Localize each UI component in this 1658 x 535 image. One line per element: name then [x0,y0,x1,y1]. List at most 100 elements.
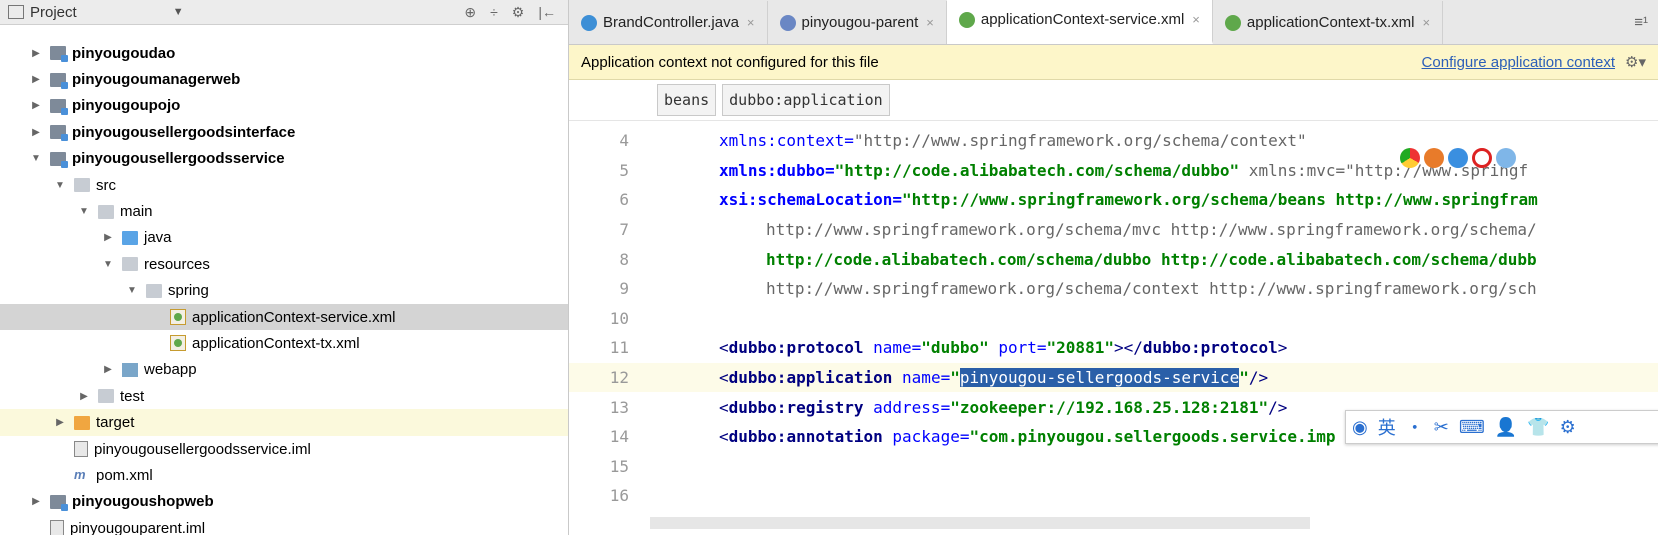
code-token: "http://www.springframework.org/schema/b… [902,190,1538,210]
chevron-right-icon[interactable]: ▶ [30,496,42,507]
iml-icon [74,441,88,458]
settings-icon[interactable]: ⚙ [512,4,525,21]
locate-icon[interactable]: ⊕ [464,4,476,21]
line-number: 5 [619,160,629,180]
code-token: "http://www.springframework.org/schema/c… [853,131,1307,151]
code-token: xsi:schemaLocation= [719,190,903,210]
tab-pinyougou-parent[interactable]: pinyougou-parent × [768,1,947,44]
ime-tool-icon[interactable]: ⚙ [1560,417,1576,438]
tree-item[interactable]: ▶ java [0,225,568,251]
collapse-icon[interactable]: ÷ [490,4,498,21]
tab-brandcontroller-java[interactable]: BrandController.java × [569,1,768,44]
code-token: http://code.alibabatech.com/schema/dubbo… [766,249,1537,269]
module-icon [50,125,68,142]
close-icon[interactable]: × [926,15,934,30]
tree-item[interactable]: ▶ pinyougoumanagerweb [0,66,568,92]
tree-item[interactable]: ▼ resources [0,251,568,277]
project-panel-title[interactable]: Project [30,4,77,21]
code-line[interactable]: 8 http://code.alibabatech.com/schema/dubb… [569,244,1658,274]
tree-item[interactable]: applicationContext-service.xml [0,303,568,331]
tree-item[interactable]: ▶ pinyougousellergoodsinterface [0,119,568,145]
tree-item-label: pinyougousellergoodsservice.iml [94,440,311,458]
tree-item[interactable]: ▶ target [0,409,568,436]
hide-panel-icon[interactable]: |← [538,4,556,21]
tree-item[interactable]: pinyougousellergoodsservice.iml [0,436,568,462]
code-token: package= [882,427,970,447]
edge-icon[interactable] [1496,148,1516,168]
tree-item[interactable]: ▼ spring [0,278,568,304]
code-editor[interactable]: 4 xmlns:context="http://www.springframewo… [569,126,1658,535]
code-line[interactable]: 9 http://www.springframework.org/schema/c… [569,274,1658,304]
chevron-right-icon[interactable]: ▶ [102,364,114,375]
code-line[interactable]: 6 xsi:schemaLocation="http://www.springfr… [569,185,1658,215]
ime-tool-icon[interactable]: 👕 [1527,417,1549,438]
tree-item[interactable]: ▼ src [0,172,568,198]
chevron-down-icon[interactable]: ▼ [173,6,184,18]
ime-tool-icon[interactable]: ・ [1406,414,1424,440]
tree-item[interactable]: ▶ pinyougoudao [0,40,568,66]
tabs-menu-icon[interactable]: ≡¹ [1634,14,1658,31]
ime-tool-icon[interactable]: ✂ [1434,417,1449,438]
ime-tool-icon[interactable]: 👤 [1495,417,1517,438]
code-line[interactable]: 12 <dubbo:application name="pinyougou-sel… [569,362,1658,393]
tree-item[interactable]: ▼ pinyougousellergoodsservice [0,146,568,172]
tree-item-label: applicationContext-tx.xml [192,334,360,352]
file-type-icon [958,11,975,28]
code-token: < [719,397,729,417]
chevron-right-icon[interactable]: ▶ [30,127,42,138]
code-line[interactable]: 10 [569,304,1658,334]
chevron-right-icon[interactable]: ▶ [54,417,66,428]
opera-icon[interactable] [1472,148,1492,168]
chevron-right-icon[interactable]: ▶ [30,100,42,111]
code-line[interactable]: 16 [569,481,1658,511]
ime-tool-icon[interactable]: ⌨ [1459,417,1485,438]
chevron-down-icon[interactable]: ▼ [30,153,42,164]
close-icon[interactable]: × [1192,12,1200,27]
tree-item[interactable]: ▶ webapp [0,357,568,383]
horizontal-scrollbar[interactable] [650,517,1310,529]
code-text: <dubbo:annotation package="com.pinyougou… [649,427,1336,446]
chevron-down-icon[interactable]: ▼ [126,285,138,296]
code-token: " [950,368,960,388]
tree-item[interactable]: ▶ test [0,383,568,409]
chevron-right-icon[interactable]: ▶ [30,74,42,85]
chevron-down-icon[interactable]: ▼ [54,180,66,191]
tab-applicationcontext-tx-xml[interactable]: applicationContext-tx.xml × [1213,1,1444,44]
configure-context-link[interactable]: Configure application context [1422,54,1615,71]
close-icon[interactable]: × [1422,15,1430,30]
tree-item[interactable]: ▼ main [0,198,568,224]
chevron-right-icon[interactable]: ▶ [78,391,90,402]
tree-item[interactable]: applicationContext-tx.xml [0,330,568,356]
code-line[interactable]: 7 http://www.springframework.org/schema/m… [569,215,1658,245]
chevron-right-icon[interactable]: ▶ [102,232,114,243]
firefox-icon[interactable] [1424,148,1444,168]
chevron-right-icon[interactable]: ▶ [30,48,42,59]
code-line[interactable]: 15 [569,452,1658,482]
ime-tool-icon[interactable]: ◉ [1352,417,1368,438]
ime-tool-icon[interactable]: 英 [1378,414,1396,440]
safari-icon[interactable] [1448,148,1468,168]
line-number: 9 [619,279,629,299]
module-icon [50,494,68,511]
module-icon [50,151,68,168]
breadcrumb-item[interactable]: dubbo:application [722,84,890,116]
code-token: xmlns:dubbo= [719,160,835,180]
tab-applicationcontext-service-xml[interactable]: applicationContext-service.xml × [946,0,1213,44]
close-icon[interactable]: × [747,15,755,30]
tree-item[interactable]: pinyougouparent.iml [0,515,568,535]
chrome-icon[interactable] [1400,148,1420,168]
tree-item-label: target [96,414,135,432]
code-token: < [719,427,729,447]
tree-item[interactable]: ▶ pinyougoupojo [0,93,568,119]
code-line[interactable]: 11 <dubbo:protocol name="dubbo" port="208… [569,333,1658,363]
tab-label: BrandController.java [603,14,739,31]
iml-icon [50,520,64,535]
gear-icon[interactable]: ⚙▾ [1625,53,1646,71]
breadcrumb-item[interactable]: beans [657,84,717,116]
tree-item[interactable]: m pom.xml [0,462,568,488]
chevron-down-icon[interactable]: ▼ [102,259,114,270]
chevron-down-icon[interactable]: ▼ [78,206,90,217]
ime-toolbar: ◉ 英・ ✂ ⌨ 👤 👕 ⚙ [1345,410,1658,444]
code-text: http://www.springframework.org/schema/co… [649,279,1537,298]
tree-item[interactable]: ▶ pinyougoushopweb [0,489,568,515]
